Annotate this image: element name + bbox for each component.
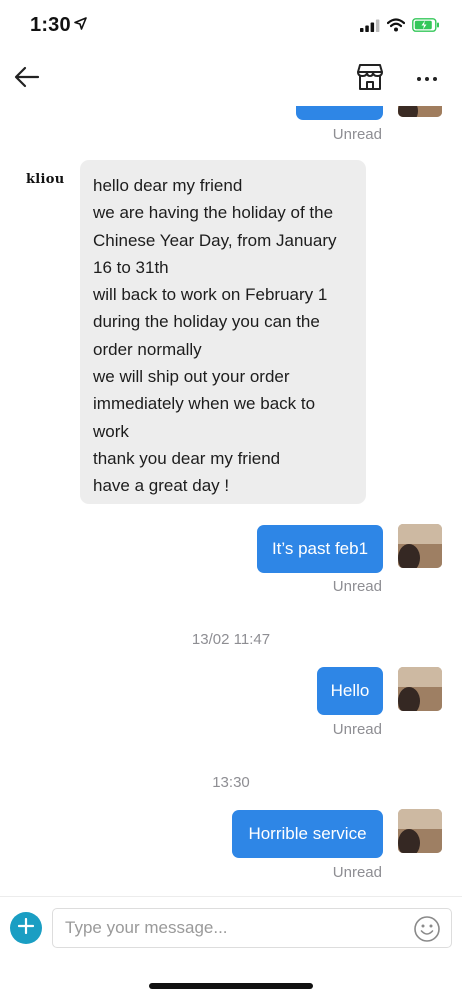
outgoing-message-text: It’s past feb1 <box>271 539 369 558</box>
incoming-message-bubble[interactable]: hello dear my friend we are having the h… <box>80 160 366 504</box>
outgoing-message-bubble[interactable] <box>296 106 383 120</box>
add-attachment-button[interactable] <box>10 912 42 944</box>
more-dot <box>425 77 429 81</box>
message-line: we are having the holiday of the <box>93 203 334 223</box>
message-status: Unread <box>332 721 382 738</box>
message-line: order normally <box>93 339 202 359</box>
status-time: 1:30 <box>30 14 71 36</box>
user-avatar[interactable] <box>398 667 442 711</box>
user-avatar[interactable] <box>398 809 442 853</box>
status-bar: 1:30 <box>0 0 462 56</box>
message-line: immediately when we back to <box>93 394 316 414</box>
message-line: hello dear my friend <box>93 176 243 195</box>
message-line: work <box>93 421 129 441</box>
message-line: will back to work on February 1 <box>93 285 328 305</box>
message-line: we will ship out your order <box>93 367 290 387</box>
wifi-icon <box>386 18 406 37</box>
outgoing-message-text: Hello <box>330 681 370 700</box>
user-avatar[interactable] <box>398 106 442 117</box>
plus-icon <box>17 917 35 939</box>
message-status: Unread <box>332 864 382 881</box>
chat-thread[interactable]: Unread kliou hello dear my friend we are… <box>0 106 462 896</box>
more-options-button[interactable] <box>412 66 442 92</box>
outgoing-message-bubble[interactable]: Hello <box>317 667 383 715</box>
more-dot <box>417 77 421 81</box>
arrow-left-icon <box>14 66 40 93</box>
battery-charging-icon <box>412 18 440 37</box>
message-line: Chinese Year Day, from January <box>93 230 337 250</box>
message-status: Unread <box>332 126 382 143</box>
message-status: Unread <box>332 578 382 595</box>
timestamp-separator: 13/02 11:47 <box>191 631 271 648</box>
seller-logo[interactable]: kliou <box>26 172 65 187</box>
timestamp-separator: 13:30 <box>212 774 250 791</box>
outgoing-message-text: Horrible service <box>248 824 367 843</box>
message-line: thank you dear my friend <box>93 448 281 468</box>
composer-bar <box>0 896 462 960</box>
message-line: during the holiday you can the <box>93 312 320 332</box>
outgoing-message-bubble[interactable]: It’s past feb1 <box>257 525 383 573</box>
nav-bar <box>0 56 462 106</box>
home-indicator[interactable] <box>149 983 313 989</box>
store-icon <box>355 63 385 96</box>
message-line: have a great day ! <box>93 476 230 496</box>
back-button[interactable] <box>10 62 44 96</box>
cellular-signal-icon <box>360 19 380 37</box>
store-button[interactable] <box>352 62 388 96</box>
emoji-icon[interactable] <box>413 915 441 943</box>
message-input[interactable] <box>65 909 405 947</box>
location-arrow-icon <box>74 17 87 35</box>
more-dot <box>433 77 437 81</box>
outgoing-message-bubble[interactable]: Horrible service <box>232 810 383 858</box>
message-line: 16 to 31th <box>93 257 169 277</box>
message-box <box>52 908 452 948</box>
user-avatar[interactable] <box>398 524 442 568</box>
